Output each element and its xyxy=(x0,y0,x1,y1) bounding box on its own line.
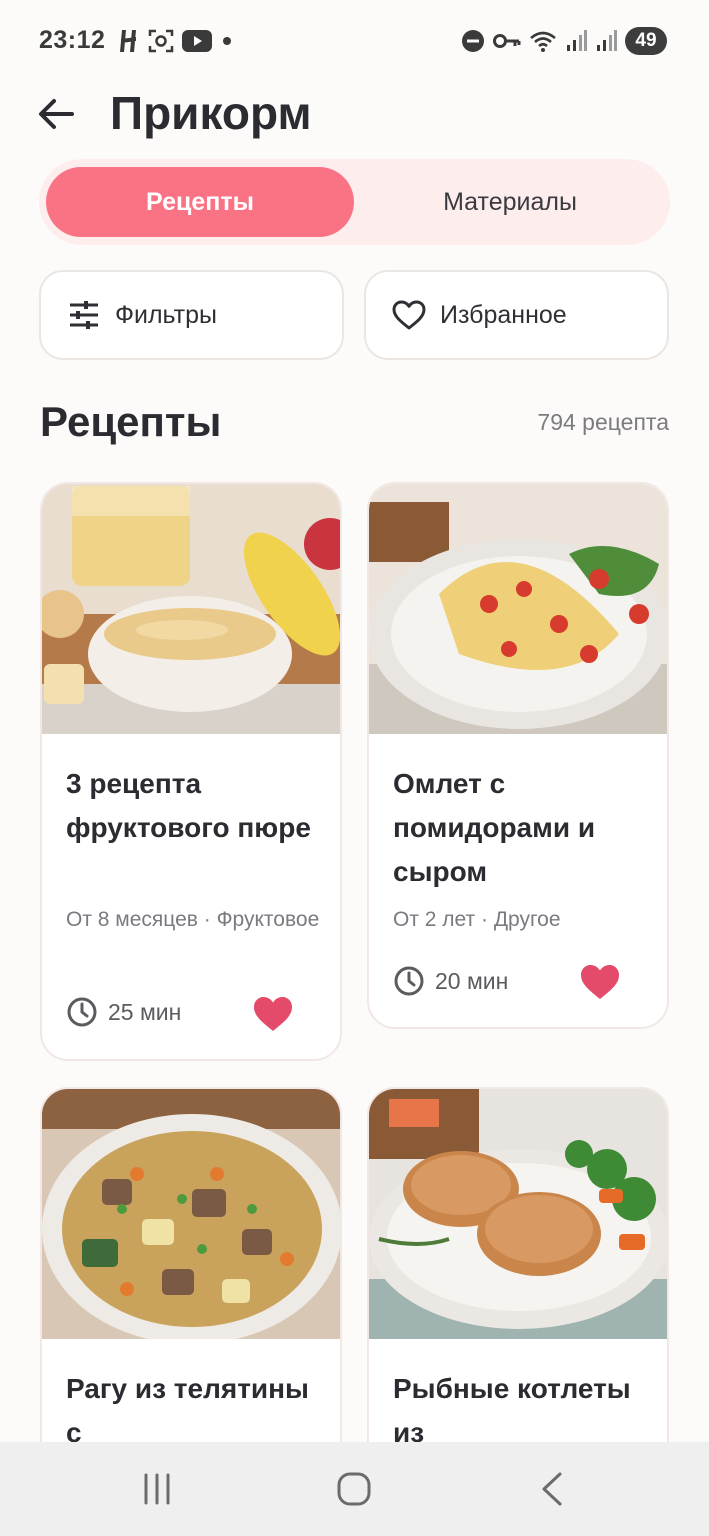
app-logo-icon xyxy=(120,30,136,52)
signal-icon xyxy=(567,30,587,51)
dot-icon xyxy=(223,37,231,45)
battery-indicator: 49 xyxy=(625,27,667,55)
recipe-count: 794 рецепта xyxy=(537,409,669,435)
home-button[interactable] xyxy=(324,1469,384,1509)
recent-apps-icon xyxy=(144,1473,170,1505)
system-nav-bar xyxy=(0,1442,709,1536)
screen-capture-icon xyxy=(148,29,174,53)
recent-apps-button[interactable] xyxy=(127,1469,187,1509)
back-icon xyxy=(542,1472,562,1506)
page-title: Прикорм xyxy=(110,87,312,139)
home-icon xyxy=(337,1472,371,1506)
tab-materials[interactable]: Материалы xyxy=(357,167,663,237)
recipe-image xyxy=(369,1089,667,1339)
favorites-button[interactable]: Избранное xyxy=(364,270,669,360)
vpn-key-icon xyxy=(493,34,521,48)
clock-icon xyxy=(67,997,97,1027)
recipe-time: 20 мин xyxy=(435,967,509,994)
signal-icon xyxy=(597,30,617,51)
recipe-image xyxy=(42,1089,340,1339)
youtube-icon xyxy=(182,30,212,52)
filters-button[interactable]: Фильтры xyxy=(39,270,344,360)
status-bar: 23:12 49 xyxy=(0,0,709,84)
recipe-meta: От 8 месяцев · Фруктовое xyxy=(66,908,320,931)
nav-back-button[interactable] xyxy=(522,1469,582,1509)
status-time: 23:12 xyxy=(39,26,106,54)
heart-filled-icon[interactable] xyxy=(252,994,294,1034)
arrow-left-icon xyxy=(39,99,74,129)
do-not-disturb-icon xyxy=(462,30,484,52)
recipe-card[interactable]: Омлет с помидорами и сыром От 2 лет · Др… xyxy=(367,482,669,1029)
section-title: Рецепты xyxy=(40,398,222,445)
wifi-icon xyxy=(530,31,556,52)
filters-label: Фильтры xyxy=(115,300,217,329)
recipe-card[interactable]: 3 рецепта фруктового пюре От 8 месяцев ·… xyxy=(40,482,342,1061)
favorites-label: Избранное xyxy=(440,300,567,329)
recipe-title: Омлет с помидорами и сыром xyxy=(393,768,596,887)
recipe-time: 25 мин xyxy=(108,998,182,1025)
tab-recipes[interactable]: Рецепты xyxy=(46,167,354,237)
filter-sliders-icon xyxy=(67,298,101,332)
recipe-meta: От 2 лет · Другое xyxy=(393,908,561,931)
back-button[interactable] xyxy=(30,90,82,138)
recipe-title: 3 рецепта фруктового пюре xyxy=(66,768,311,843)
heart-filled-icon[interactable] xyxy=(579,962,621,1002)
clock-icon xyxy=(394,966,424,996)
heart-outline-icon xyxy=(392,298,426,332)
recipe-image xyxy=(42,484,340,734)
tab-switcher: Рецепты Материалы xyxy=(39,159,670,245)
recipe-image xyxy=(369,484,667,734)
